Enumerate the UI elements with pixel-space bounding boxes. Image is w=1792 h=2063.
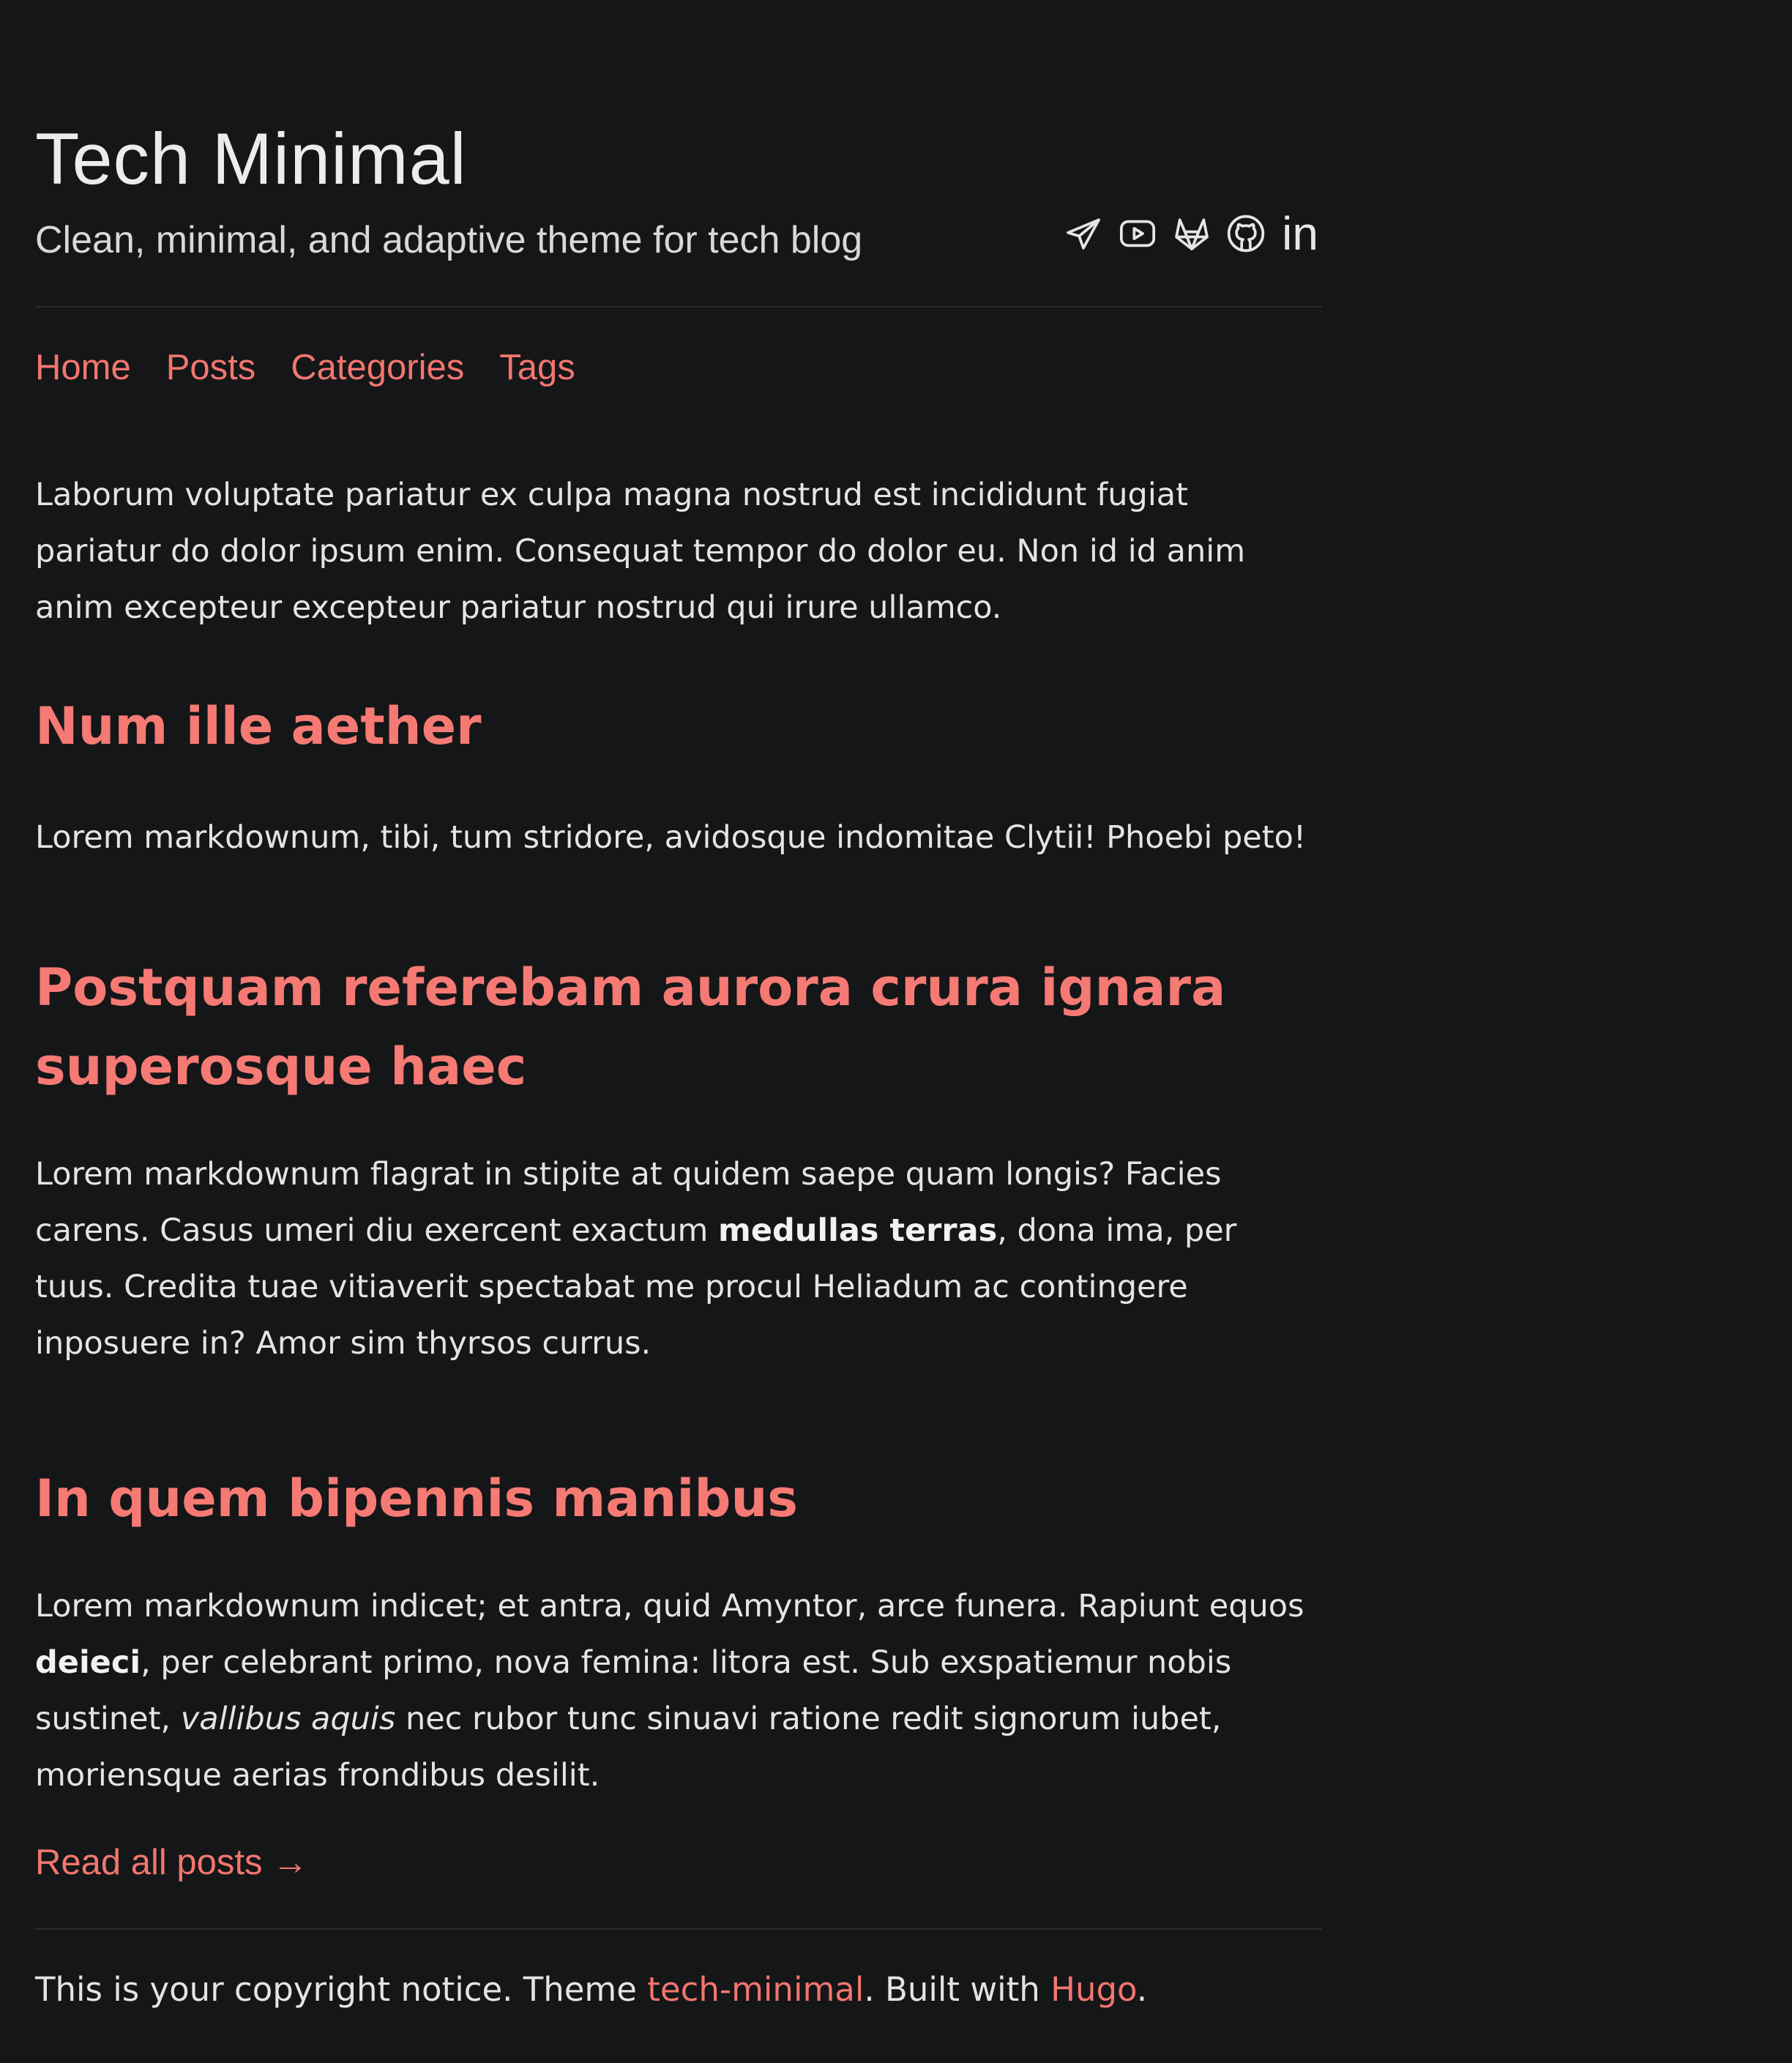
bold-text: deieci xyxy=(35,1644,141,1681)
section-heading: Postquam referebam aurora crura ignara s… xyxy=(35,958,1226,1097)
footer: This is your copyright notice. Theme tec… xyxy=(35,1970,1148,2009)
social-links: in xyxy=(1061,209,1322,258)
youtube-icon xyxy=(1119,220,1156,247)
theme-link[interactable]: tech-minimal xyxy=(647,1970,864,2009)
site-subtitle: Clean, minimal, and adaptive theme for t… xyxy=(35,219,863,261)
footer-divider xyxy=(35,1928,1322,1930)
nav-tags[interactable]: Tags xyxy=(499,344,575,391)
linkedin-link[interactable]: in xyxy=(1278,210,1322,257)
site-title[interactable]: Tech Minimal xyxy=(35,119,467,199)
nav-categories[interactable]: Categories xyxy=(291,344,464,391)
telegram-icon xyxy=(1067,218,1100,250)
section-paragraph: Lorem markdownum flagrat in stipite at q… xyxy=(35,1156,1237,1362)
intro-paragraph: Laborum voluptate pariatur ex culpa magn… xyxy=(35,477,1246,626)
nav-posts[interactable]: Posts xyxy=(166,344,256,391)
section-paragraph: Lorem markdownum indicet; et antra, quid… xyxy=(35,1588,1304,1794)
github-icon xyxy=(1227,214,1265,253)
main-content: Laborum voluptate pariatur ex culpa magn… xyxy=(35,467,1322,1794)
section-paragraph: Lorem markdownum, tibi, tum stridore, av… xyxy=(35,819,1307,856)
section-heading: In quem bipennis manibus xyxy=(35,1469,798,1529)
youtube-link[interactable] xyxy=(1116,210,1160,257)
github-link[interactable] xyxy=(1224,210,1268,257)
gitlab-icon xyxy=(1175,218,1209,250)
read-all-posts-link[interactable]: Read all posts → xyxy=(35,1839,308,1886)
italic-text: vallibus aquis xyxy=(180,1701,396,1737)
hugo-link[interactable]: Hugo xyxy=(1050,1970,1137,2009)
nav-home[interactable]: Home xyxy=(35,344,131,391)
gitlab-link[interactable] xyxy=(1170,210,1214,257)
section-heading: Num ille aether xyxy=(35,696,482,756)
header-divider xyxy=(35,306,1322,307)
bold-text: medullas terras xyxy=(718,1212,998,1249)
telegram-link[interactable] xyxy=(1061,210,1105,257)
linkedin-icon: in xyxy=(1282,207,1318,260)
main-nav: Home Posts Categories Tags xyxy=(35,344,575,391)
